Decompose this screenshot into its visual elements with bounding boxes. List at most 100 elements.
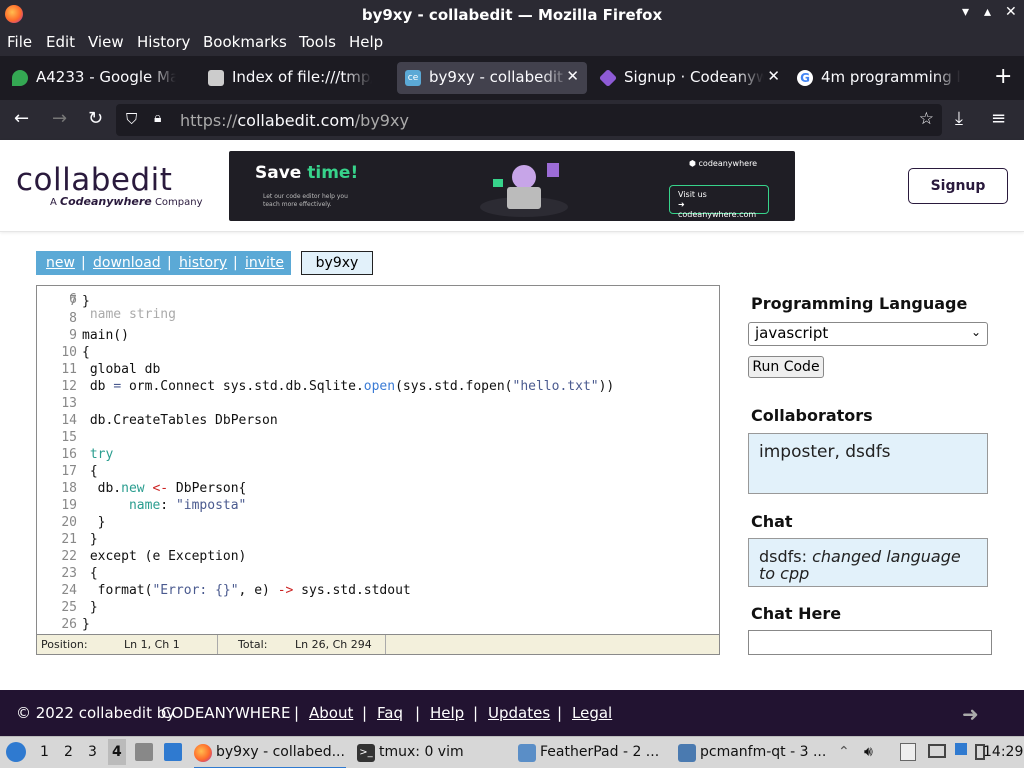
taskbar-firefox[interactable]: by9xy - collabed... <box>194 737 346 768</box>
code-line[interactable]: 24 format("Error: {}", e) -> sys.std.std… <box>37 583 717 600</box>
workspace-1[interactable]: 1 <box>40 744 49 760</box>
new-tab-icon[interactable]: + <box>994 64 1012 89</box>
collabedit-logo[interactable]: collabedit <box>16 162 172 198</box>
code-line[interactable]: 26} <box>37 617 717 634</box>
display-icon[interactable] <box>928 744 946 758</box>
menu-edit[interactable]: Edit <box>46 33 75 51</box>
file-manager-icon[interactable] <box>135 743 153 761</box>
total-value: Ln 26, Ch 294 <box>295 638 372 651</box>
minimize-button[interactable]: ▾ <box>962 4 969 20</box>
url-bar[interactable]: ⛉ 🔒︎ https://collabedit.com/by9xy ☆ <box>116 104 942 136</box>
footer-updates-link[interactable]: Updates <box>488 704 550 722</box>
menu-file[interactable]: File <box>7 33 32 51</box>
reload-icon[interactable]: ↻ <box>88 108 103 129</box>
firefox-icon <box>194 744 212 762</box>
ad-visit-box[interactable]: Visit us ➜ codeanywhere.com <box>669 185 769 219</box>
invite-link[interactable]: invite <box>245 255 284 271</box>
run-code-button[interactable]: Run Code <box>748 356 824 378</box>
footer-legal-link[interactable]: Legal <box>572 704 612 722</box>
code-line[interactable]: 22 except (e Exception) <box>37 549 717 566</box>
code-line[interactable]: 8 <box>37 311 717 328</box>
ad-brand: ⬢ codeanywhere <box>689 159 758 168</box>
tab-google-search[interactable]: G 4m programming l <box>789 62 985 94</box>
code-line[interactable]: 15 <box>37 430 717 447</box>
code-line[interactable]: 21 } <box>37 532 717 549</box>
tray-expand-icon[interactable]: ⌃ <box>838 744 850 760</box>
line-number: 24 <box>61 583 77 598</box>
forward-icon[interactable]: → <box>52 108 67 129</box>
document-name[interactable]: by9xy <box>301 251 373 275</box>
navigation-bar: ← → ↻ ⛉ 🔒︎ https://collabedit.com/by9xy … <box>0 100 1024 140</box>
collabedit-icon: ce <box>405 70 421 86</box>
line-code: } <box>82 600 98 615</box>
workspace-2[interactable]: 2 <box>64 744 73 760</box>
arrow-right-icon[interactable]: ➜ <box>962 702 979 726</box>
ad-illustration <box>480 163 568 217</box>
line-number: 16 <box>61 447 77 462</box>
code-line[interactable]: 11 global db <box>37 362 717 379</box>
code-line[interactable]: 7} <box>37 294 717 311</box>
menu-bookmarks[interactable]: Bookmarks <box>203 33 287 51</box>
menu-view[interactable]: View <box>88 33 124 51</box>
history-link[interactable]: history <box>179 255 227 271</box>
menu-help[interactable]: Help <box>349 33 383 51</box>
tab-index-of-file[interactable]: Index of file:///tmp/ <box>200 62 396 94</box>
new-link[interactable]: new <box>46 255 75 271</box>
tab-google-maps[interactable]: A4233 - Google Ma <box>4 62 200 94</box>
menu-tools[interactable]: Tools <box>299 33 336 51</box>
close-tab-icon[interactable]: ✕ <box>767 67 780 85</box>
code-line[interactable]: 14 db.CreateTables DbPerson <box>37 413 717 430</box>
clipboard-icon[interactable] <box>900 743 916 761</box>
clock[interactable]: 14:29 <box>983 744 1023 760</box>
editor-statusbar: Position: Ln 1, Ch 1 Total: Ln 26, Ch 29… <box>37 634 719 654</box>
maximize-button[interactable]: ▴ <box>984 4 991 20</box>
workspace-4[interactable]: 4 <box>108 739 126 765</box>
codeanywhere-brand[interactable]: CODEANYWHERE <box>161 704 290 722</box>
footer-help-link[interactable]: Help <box>430 704 464 722</box>
code-line[interactable]: 23 { <box>37 566 717 583</box>
close-window-button[interactable]: ✕ <box>1005 4 1017 20</box>
tab-codeanywhere-signup[interactable]: Signup · Codeanyw ✕ <box>592 62 788 94</box>
desktop-icon[interactable] <box>164 743 182 761</box>
code-line[interactable]: 9 main() <box>37 328 717 345</box>
tab-collabedit[interactable]: ce by9xy - collabedit ✕ <box>397 62 587 94</box>
code-line[interactable]: 12 db = orm.Connect sys.std.db.Sqlite.op… <box>37 379 717 396</box>
code-line[interactable]: 20 } <box>37 515 717 532</box>
chat-input[interactable] <box>748 630 992 655</box>
workspace-3[interactable]: 3 <box>88 744 97 760</box>
volume-icon[interactable]: 🔊︎ <box>864 744 873 760</box>
code-line[interactable]: 25 } <box>37 600 717 617</box>
code-line[interactable]: 10 { <box>37 345 717 362</box>
code-line[interactable]: 13 <box>37 396 717 413</box>
taskbar-pcmanfm[interactable]: pcmanfm-qt - 3 ... <box>678 737 828 768</box>
code-editor[interactable]: 6 name string 7} 8 9 main() 10{11 global db 1… <box>36 285 720 655</box>
start-menu-icon[interactable] <box>6 742 26 762</box>
code-line[interactable]: 16 try <box>37 447 717 464</box>
footer-faq-link[interactable]: Faq <box>377 704 403 722</box>
menu-hamburger-icon[interactable]: ≡ <box>991 108 1006 129</box>
downloads-icon[interactable]: ⤓ <box>955 108 963 129</box>
terminal-icon: >_ <box>357 744 375 762</box>
code-line[interactable]: 18 db.new <- DbPerson{ <box>37 481 717 498</box>
bookmark-star-icon[interactable]: ☆ <box>919 109 934 129</box>
download-link[interactable]: download <box>93 255 161 271</box>
lock-icon[interactable]: 🔒︎ <box>154 110 161 126</box>
shield-icon[interactable]: ⛉ <box>126 110 137 128</box>
line-number: 9 <box>69 328 77 343</box>
site-header: collabedit A Codeanywhere Company Save t… <box>0 140 1024 232</box>
code-line[interactable]: 19 name: "imposta" <box>37 498 717 515</box>
update-notifier-icon[interactable] <box>955 743 967 755</box>
taskbar-featherpad[interactable]: FeatherPad - 2 ... <box>518 737 668 768</box>
ad-banner[interactable]: Save time! Let our code editor help you … <box>229 151 795 221</box>
footer-about-link[interactable]: About <box>309 704 353 722</box>
code-line-partial: 6 name string <box>69 292 176 322</box>
signup-button[interactable]: Signup <box>908 168 1008 204</box>
language-select[interactable]: javascript ⌄ <box>748 322 988 346</box>
back-icon[interactable]: ← <box>14 108 29 129</box>
url-text[interactable]: https://collabedit.com/by9xy <box>180 111 409 130</box>
close-tab-icon[interactable]: ✕ <box>566 67 579 85</box>
taskbar-tmux[interactable]: >_ tmux: 0 vim <box>357 737 507 768</box>
code-line[interactable]: 17 { <box>37 464 717 481</box>
menu-history[interactable]: History <box>137 33 190 51</box>
line-code: { <box>82 566 98 581</box>
